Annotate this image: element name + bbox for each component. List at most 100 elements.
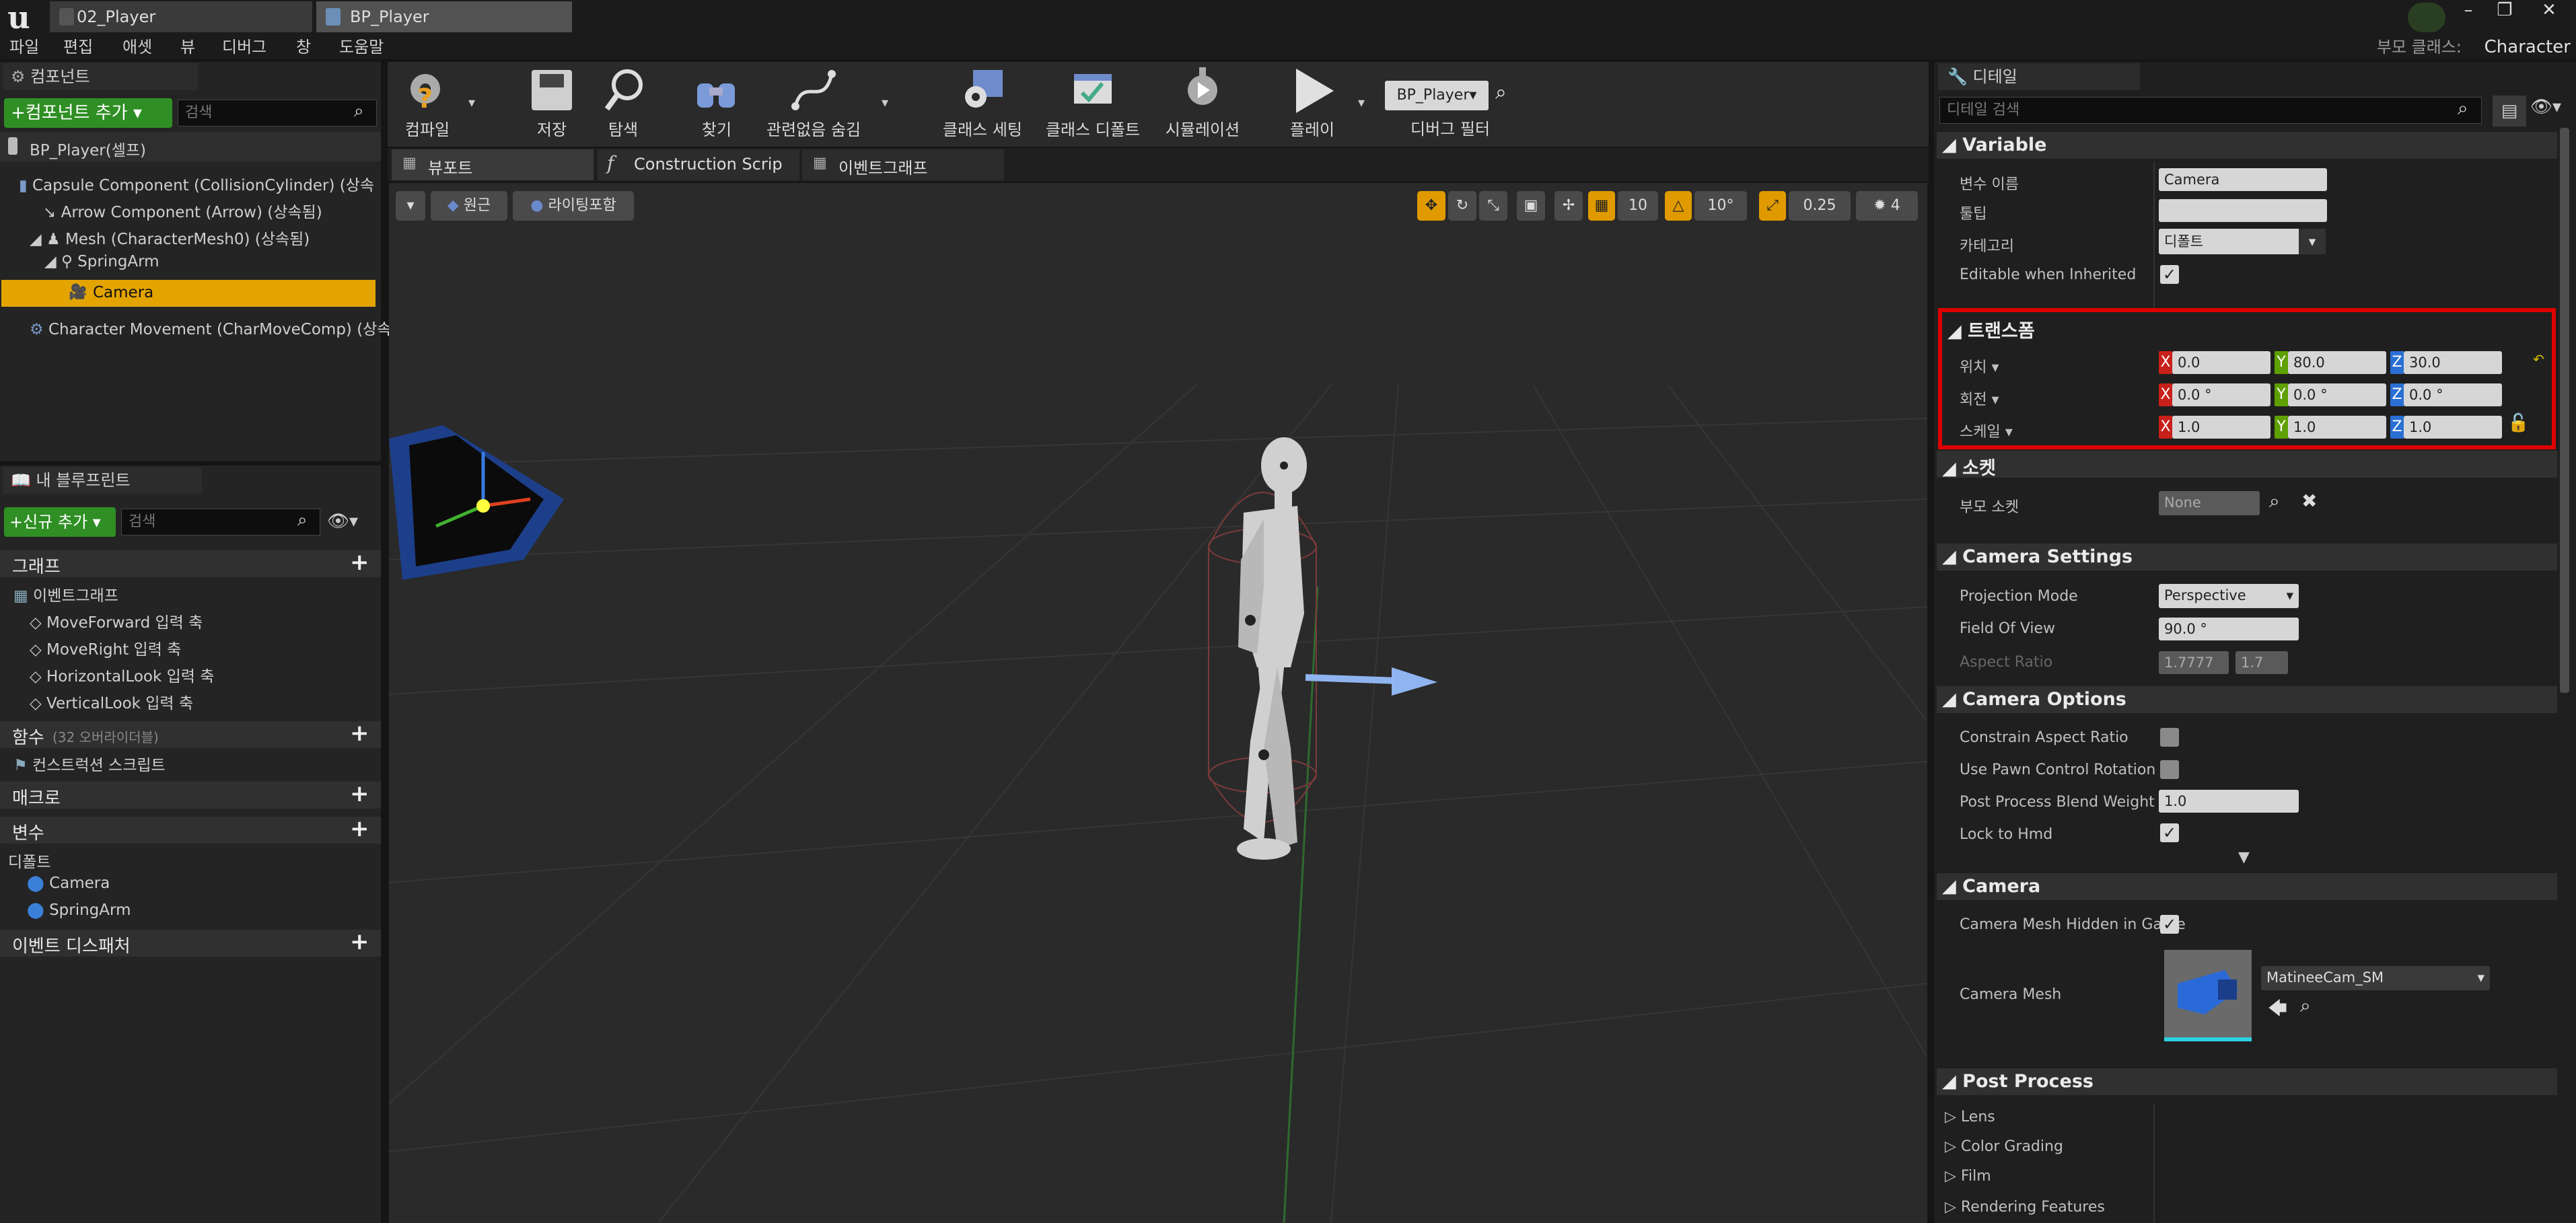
reset-to-default-icon[interactable]: ↶ <box>2533 351 2544 367</box>
functions-section[interactable]: 함수 (32 오버라이더블) + <box>0 720 381 748</box>
menu-help[interactable]: 도움말 <box>339 35 384 59</box>
lock-icon[interactable]: 🔓 <box>2507 413 2529 433</box>
surface-snap-icon[interactable]: ✢ <box>1554 191 1583 221</box>
defaults-category[interactable]: 디폴트 <box>8 849 50 872</box>
save-button[interactable]: 저장 <box>518 63 585 144</box>
event-item-verticallook[interactable]: ◇ VerticalLook 입력 축 <box>30 690 193 713</box>
class-settings-button[interactable]: 클래스 세팅 <box>935 63 1030 144</box>
event-dispatchers-section[interactable]: 이벤트 디스패처 + <box>0 928 381 957</box>
var-name-input[interactable]: Camera <box>2159 168 2327 191</box>
add-component-button[interactable]: +컴포넌트 추가 ▾ <box>4 98 172 128</box>
location-y-input[interactable]: 80.0 <box>2288 351 2386 374</box>
pp-lens[interactable]: ▷ Lens <box>1945 1109 1995 1125</box>
tree-item-mesh[interactable]: ◢ ♟ Mesh (CharacterMesh0) (상속됨) <box>30 226 310 249</box>
hide-unrelated-button[interactable]: 관련없음 숨김 <box>756 63 871 144</box>
use-selected-arrow-icon[interactable]: 🡄 <box>2268 994 2287 1027</box>
event-item-horizontallook[interactable]: ◇ HorizontalLook 입력 축 <box>30 663 214 686</box>
tab-viewport[interactable]: ▦ 뷰포트 <box>392 149 594 180</box>
projection-mode-combobox[interactable]: Perspective ▾ <box>2159 584 2299 608</box>
add-macro-plus-icon[interactable]: + <box>350 780 369 807</box>
menu-view[interactable]: 뷰 <box>180 35 195 59</box>
socket-search-icon[interactable]: ⌕ <box>2269 490 2280 513</box>
world-local-icon[interactable]: ▣ <box>1517 191 1545 221</box>
location-x-input[interactable]: 0.0 <box>2172 351 2270 374</box>
camera-mesh-hidden-checkbox[interactable]: ✓ <box>2160 915 2179 934</box>
compile-dropdown-icon[interactable]: ▾ <box>468 94 475 110</box>
variable-item-camera[interactable]: ⬤ Camera <box>27 875 110 892</box>
play-dropdown-icon[interactable]: ▾ <box>1358 94 1365 110</box>
grid-snap-value[interactable]: 10 <box>1618 191 1658 221</box>
viewport-options-dropdown[interactable]: ▾ <box>396 191 425 221</box>
blend-weight-input[interactable]: 1.0 <box>2159 790 2299 813</box>
editable-when-inherited-checkbox[interactable]: ✓ <box>2160 265 2179 284</box>
components-root-row[interactable]: BP_Player(셀프) <box>0 132 381 161</box>
maximize-icon[interactable]: ❐ <box>2487 0 2522 20</box>
debug-search-icon[interactable]: ⌕ <box>1495 81 1507 104</box>
minimize-icon[interactable]: – <box>2451 0 2486 20</box>
add-graph-plus-icon[interactable]: + <box>350 549 369 576</box>
section-post-process[interactable]: ◢ Post Process <box>1937 1068 2557 1095</box>
add-variable-plus-icon[interactable]: + <box>350 815 369 842</box>
menu-edit[interactable]: 편집 <box>63 35 93 59</box>
macros-section[interactable]: 매크로 + <box>0 780 381 809</box>
details-search-input[interactable]: 디테일 검색 <box>1939 97 2482 124</box>
add-new-button[interactable]: +신규 추가 ▾ <box>4 507 116 537</box>
browse-asset-icon[interactable]: ⌕ <box>2300 994 2311 1017</box>
clear-x-icon[interactable]: ✖ <box>2301 490 2317 512</box>
variables-section[interactable]: 변수 + <box>0 815 381 844</box>
tab-my-blueprint[interactable]: 📖 내 블루프린트 <box>3 467 202 494</box>
scale-z-input[interactable]: 1.0 <box>2404 416 2502 439</box>
rotation-snap-value[interactable]: 10° <box>1694 191 1747 221</box>
construction-script-item[interactable]: ⚑ 컨스트럭션 스크립트 <box>13 752 166 775</box>
tab-eventgraph[interactable]: ▦ 이벤트그래프 <box>802 149 1004 180</box>
find-button[interactable]: 찾기 <box>680 63 754 144</box>
tree-item-camera-selected[interactable]: 🎥 Camera <box>1 280 375 307</box>
add-dispatcher-plus-icon[interactable]: + <box>350 928 369 955</box>
tab-components[interactable]: ⚙ 컴포넌트 <box>3 63 198 90</box>
tree-item-springarm[interactable]: ◢ ⚲ SpringArm <box>44 253 159 270</box>
myblueprint-search-input[interactable]: 검색 <box>121 509 320 535</box>
category-combobox[interactable]: 디폴트 ▾ <box>2159 229 2326 254</box>
viewport[interactable] <box>389 183 1927 1223</box>
tree-item-capsule[interactable]: ▮ Capsule Component (CollisionCylinder) … <box>19 172 374 195</box>
section-variable[interactable]: ◢ Variable <box>1937 132 2557 159</box>
rotation-y-input[interactable]: 0.0 ° <box>2288 383 2386 406</box>
doc-tab-bp-player[interactable]: BP_Player <box>316 1 572 32</box>
hide-unrelated-dropdown-icon[interactable]: ▾ <box>882 94 888 110</box>
translate-tool-icon[interactable]: ✥ <box>1417 191 1445 221</box>
rotate-tool-icon[interactable]: ↻ <box>1448 191 1476 221</box>
components-search-input[interactable]: 검색 <box>178 100 377 126</box>
menu-asset[interactable]: 애셋 <box>122 35 152 59</box>
tooltip-input[interactable] <box>2159 199 2327 222</box>
compile-button[interactable]: ? 컴파일 <box>390 63 464 144</box>
tab-construction-script[interactable]: f Construction Scrip <box>598 149 799 180</box>
lock-to-hmd-checkbox[interactable]: ✓ <box>2160 823 2179 842</box>
pp-film[interactable]: ▷ Film <box>1945 1168 1991 1185</box>
browse-button[interactable]: 탐색 <box>589 63 657 144</box>
play-button[interactable]: 플레이 <box>1272 63 1353 144</box>
simulation-button[interactable]: 시뮬레이션 <box>1152 63 1253 144</box>
rotation-z-input[interactable]: 0.0 ° <box>2404 383 2502 406</box>
scale-tool-icon[interactable]: ⤡ <box>1479 191 1507 221</box>
debug-object-select[interactable]: BP_Player▾ <box>1385 81 1489 110</box>
variable-item-springarm[interactable]: ⬤ SpringArm <box>27 901 131 919</box>
pp-color-grading[interactable]: ▷ Color Grading <box>1945 1138 2063 1155</box>
scale-snap-value[interactable]: 0.25 <box>1789 191 1851 221</box>
event-item-moveright[interactable]: ◇ MoveRight 입력 축 <box>30 636 181 659</box>
section-transform[interactable]: ◢ 트랜스폼 <box>1945 313 2550 342</box>
class-defaults-button[interactable]: 클래스 디폴트 <box>1039 63 1147 144</box>
lighting-mode-button[interactable]: ● 라이팅포함 <box>513 191 634 221</box>
section-camera-options[interactable]: ◢ Camera Options <box>1937 686 2557 713</box>
source-control-icon[interactable] <box>2408 3 2445 32</box>
property-matrix-icon[interactable]: ▤ <box>2493 96 2526 126</box>
event-item-moveforward[interactable]: ◇ MoveForward 입력 축 <box>30 609 203 632</box>
details-scrollbar[interactable] <box>2560 128 2569 693</box>
tree-item-character-movement[interactable]: ⚙ Character Movement (CharMoveComp) (상속 <box>30 316 392 339</box>
menu-debug[interactable]: 디버그 <box>222 35 266 59</box>
camera-speed-button[interactable]: ✹ 4 <box>1856 191 1918 221</box>
menu-file[interactable]: 파일 <box>9 35 39 59</box>
doc-tab-02-player[interactable]: 02_Player <box>50 1 312 32</box>
scale-y-input[interactable]: 1.0 <box>2288 416 2386 439</box>
expand-advanced-icon[interactable]: ▼ <box>2238 849 2250 866</box>
visibility-eye-icon[interactable]: 👁▾ <box>327 511 358 531</box>
